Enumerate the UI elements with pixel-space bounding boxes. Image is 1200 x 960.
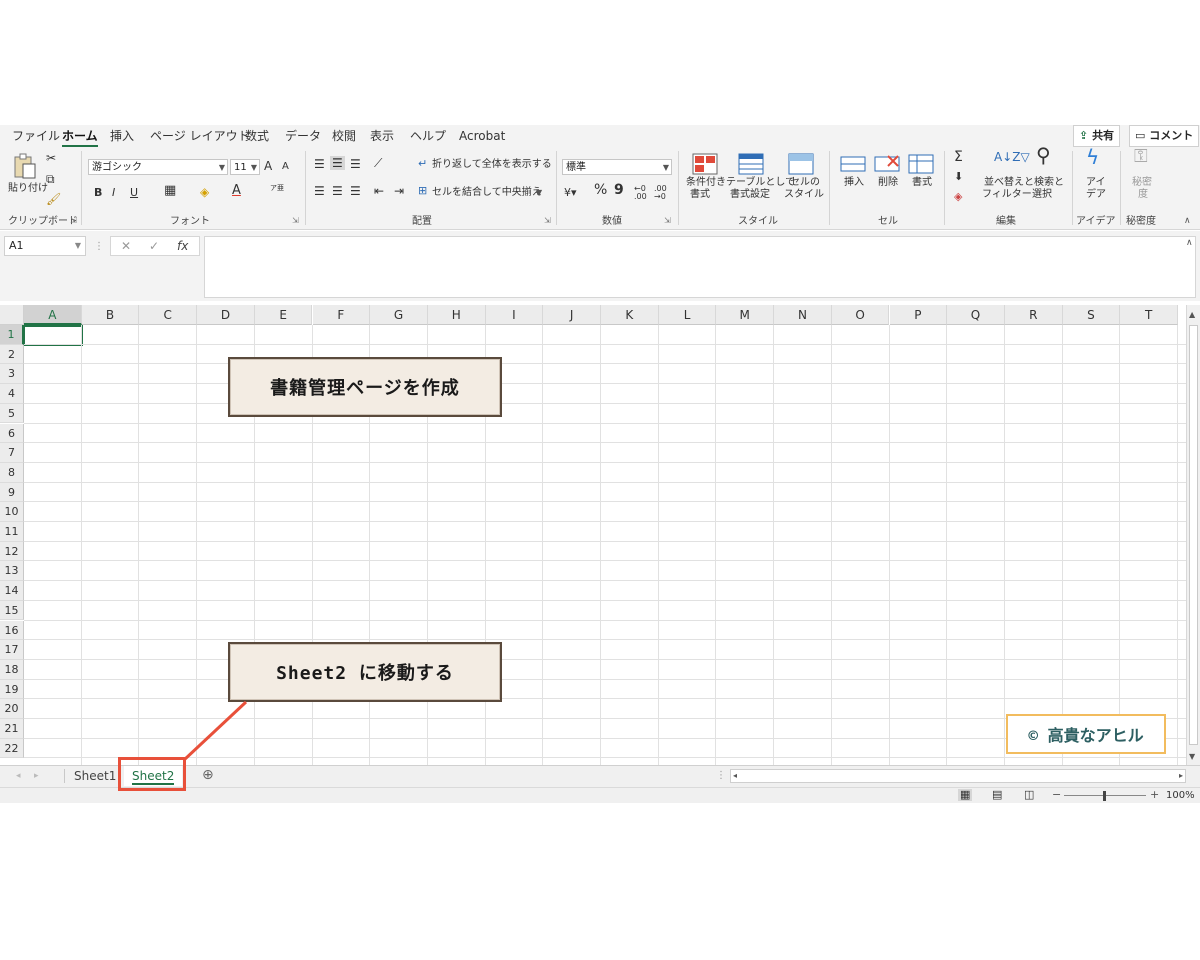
- callout-pointer-line: [182, 700, 248, 762]
- copyright-text: © 高貴なアヒル: [1028, 726, 1144, 745]
- highlight-box-sheet2: [118, 757, 186, 791]
- copyright-badge: © 高貴なアヒル: [1006, 714, 1166, 754]
